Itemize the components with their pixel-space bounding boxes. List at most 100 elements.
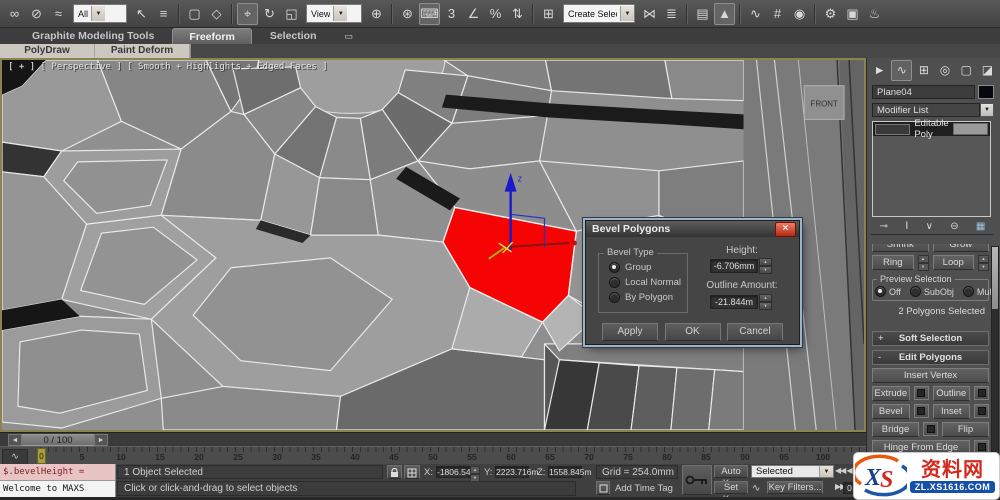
- outline-field[interactable]: -21.844m ▲ ▼: [710, 294, 772, 310]
- cancel-button[interactable]: Cancel: [727, 323, 783, 341]
- scale-icon[interactable]: ◱: [281, 3, 302, 25]
- x-coordinate-field[interactable]: -1806.543: [436, 466, 475, 478]
- tab-selection[interactable]: Selection: [254, 28, 333, 44]
- percent-snap-icon[interactable]: %: [485, 3, 506, 25]
- select-object-icon[interactable]: ↖: [131, 3, 152, 25]
- set-key-button[interactable]: Set Key: [714, 481, 748, 500]
- radio-icon[interactable]: [609, 277, 620, 288]
- auto-key-button[interactable]: Auto Key: [714, 465, 748, 489]
- reference-coordinate-dropdown[interactable]: View ▼: [306, 4, 362, 23]
- inset-button[interactable]: Inset: [932, 404, 970, 419]
- tab-graphite-modeling-tools[interactable]: Graphite Modeling Tools: [16, 28, 170, 44]
- mirror-icon[interactable]: ⋈: [639, 3, 660, 25]
- paint-deform-button[interactable]: Paint Deform: [95, 44, 190, 58]
- radio-icon[interactable]: [875, 286, 886, 297]
- display-tab-icon[interactable]: ▢: [957, 61, 976, 80]
- loop-button[interactable]: Loop: [932, 255, 974, 270]
- prev-frame-icon[interactable]: ◄: [8, 434, 22, 446]
- tab-freeform[interactable]: Freeform: [172, 28, 252, 44]
- object-color-swatch[interactable]: [978, 85, 994, 99]
- extrude-button[interactable]: Extrude: [872, 386, 910, 401]
- utilities-tab-icon[interactable]: ◪: [978, 61, 997, 80]
- chevron-down-icon[interactable]: ▼: [980, 103, 994, 117]
- motion-tab-icon[interactable]: ◎: [936, 61, 955, 80]
- spinner-snap-icon[interactable]: ⇅: [507, 3, 528, 25]
- radio-icon[interactable]: [962, 286, 974, 297]
- track-bar[interactable]: ∿ 0 5 10 15 20 25 30 35 40 45 50 55 60 6…: [0, 446, 866, 465]
- radio-icon[interactable]: [609, 262, 620, 273]
- chevron-down-icon[interactable]: ▼: [91, 6, 106, 21]
- height-field[interactable]: -6.706mm ▲ ▼: [710, 258, 772, 274]
- panel-scrollbar[interactable]: [991, 246, 999, 454]
- radio-by-polygon[interactable]: By Polygon: [609, 292, 673, 303]
- time-slider[interactable]: ◄ 0 / 100 ►: [0, 432, 866, 446]
- hierarchy-tab-icon[interactable]: ⊞: [914, 61, 933, 80]
- render-icon[interactable]: ♨: [864, 3, 885, 25]
- move-icon[interactable]: ⌖: [237, 2, 258, 25]
- render-setup-icon[interactable]: ⚙: [820, 3, 841, 25]
- listener-log-line[interactable]: Welcome to MAXS: [0, 481, 115, 497]
- stack-item-editable-poly[interactable]: Editable Poly: [873, 118, 990, 140]
- z-coordinate-field[interactable]: 1558.845m: [548, 466, 592, 478]
- select-link-icon[interactable]: ∞: [4, 3, 25, 25]
- bevel-button[interactable]: Bevel: [872, 404, 910, 419]
- outline-input[interactable]: -21.844m: [710, 295, 758, 309]
- pin-stack-icon[interactable]: ⊸: [880, 221, 888, 232]
- window-crossing-icon[interactable]: ◇: [206, 3, 227, 25]
- radio-local-normal[interactable]: Local Normal: [609, 277, 681, 288]
- curve-icon[interactable]: ∿: [752, 483, 760, 494]
- add-time-tag[interactable]: Add Time Tag: [615, 483, 673, 494]
- named-selection-set-dropdown[interactable]: Create Selection Se▼: [563, 4, 635, 23]
- ribbon-overflow-icon[interactable]: ▭: [335, 28, 364, 44]
- next-frame-icon[interactable]: ►: [94, 434, 108, 446]
- layer-manager-icon[interactable]: ▤: [692, 3, 713, 25]
- outline-button[interactable]: Outline: [932, 386, 970, 401]
- manipulate-icon[interactable]: ⊛: [397, 3, 418, 25]
- height-input[interactable]: -6.706mm: [710, 259, 758, 273]
- set-keys-key-icon[interactable]: [682, 465, 712, 495]
- extrude-settings-icon[interactable]: [913, 386, 929, 400]
- modify-tab-icon[interactable]: ∿: [891, 59, 913, 81]
- radio-icon[interactable]: [909, 286, 921, 297]
- stack-bulb-icon[interactable]: [875, 123, 911, 135]
- radio-icon[interactable]: [609, 292, 620, 303]
- shrink-button[interactable]: Shrink: [872, 244, 929, 252]
- ribbon-toggle-icon[interactable]: ▲: [714, 2, 735, 25]
- close-icon[interactable]: ×: [775, 221, 796, 237]
- angle-snap-icon[interactable]: ∠: [463, 3, 484, 25]
- named-selection-icon[interactable]: ⊞: [538, 3, 559, 25]
- maxscript-mini-listener[interactable]: $.bevelHeight = Welcome to MAXS: [0, 464, 116, 497]
- bridge-button[interactable]: Bridge: [872, 422, 919, 437]
- grow-button[interactable]: Grow: [932, 244, 989, 252]
- loop-spinner[interactable]: ▲ ▼: [978, 255, 989, 271]
- insert-vertex-button[interactable]: Insert Vertex: [872, 368, 989, 383]
- curve-editor-icon[interactable]: ∿: [745, 3, 766, 25]
- key-filters-button[interactable]: Key Filters...: [767, 481, 823, 494]
- bind-spacewarp-icon[interactable]: ≈: [48, 3, 69, 25]
- unlink-icon[interactable]: ⊘: [26, 3, 47, 25]
- rollout-edit-polygons[interactable]: - Edit Polygons: [872, 350, 989, 365]
- rect-region-icon[interactable]: ▢: [184, 3, 205, 25]
- selection-lock-icon[interactable]: [387, 465, 402, 479]
- outline-settings-icon[interactable]: [974, 386, 989, 400]
- x-spinner[interactable]: ▲ ▼: [470, 466, 480, 482]
- material-editor-icon[interactable]: ◉: [789, 3, 810, 25]
- chevron-down-icon[interactable]: ▼: [819, 466, 833, 477]
- modifier-stack[interactable]: Editable Poly: [872, 118, 991, 217]
- apply-button[interactable]: Apply: [602, 323, 658, 341]
- selection-filter-dropdown[interactable]: All ▼: [73, 4, 127, 23]
- rollout-soft-selection[interactable]: + Soft Selection: [872, 331, 989, 346]
- time-slider-thumb[interactable]: ◄ 0 / 100 ►: [8, 434, 108, 446]
- remove-modifier-icon[interactable]: ⊖: [950, 221, 958, 232]
- rendered-frame-icon[interactable]: ▣: [842, 3, 863, 25]
- rotate-icon[interactable]: ↻: [259, 3, 280, 25]
- viewport-label[interactable]: [ + ] [ Perspective ] [ Smooth + Highlig…: [8, 62, 328, 72]
- object-name-field[interactable]: Plane04: [872, 85, 975, 99]
- polydraw-button[interactable]: PolyDraw: [0, 44, 95, 58]
- go-to-start-icon[interactable]: ◀◀ ◀: [835, 466, 853, 475]
- stack-item-button[interactable]: [952, 123, 988, 135]
- radio-group[interactable]: Group: [609, 262, 651, 273]
- flip-button[interactable]: Flip: [942, 422, 989, 437]
- key-mode-dropdown[interactable]: Selected ▼: [751, 465, 834, 478]
- chevron-down-icon[interactable]: ▼: [620, 6, 634, 21]
